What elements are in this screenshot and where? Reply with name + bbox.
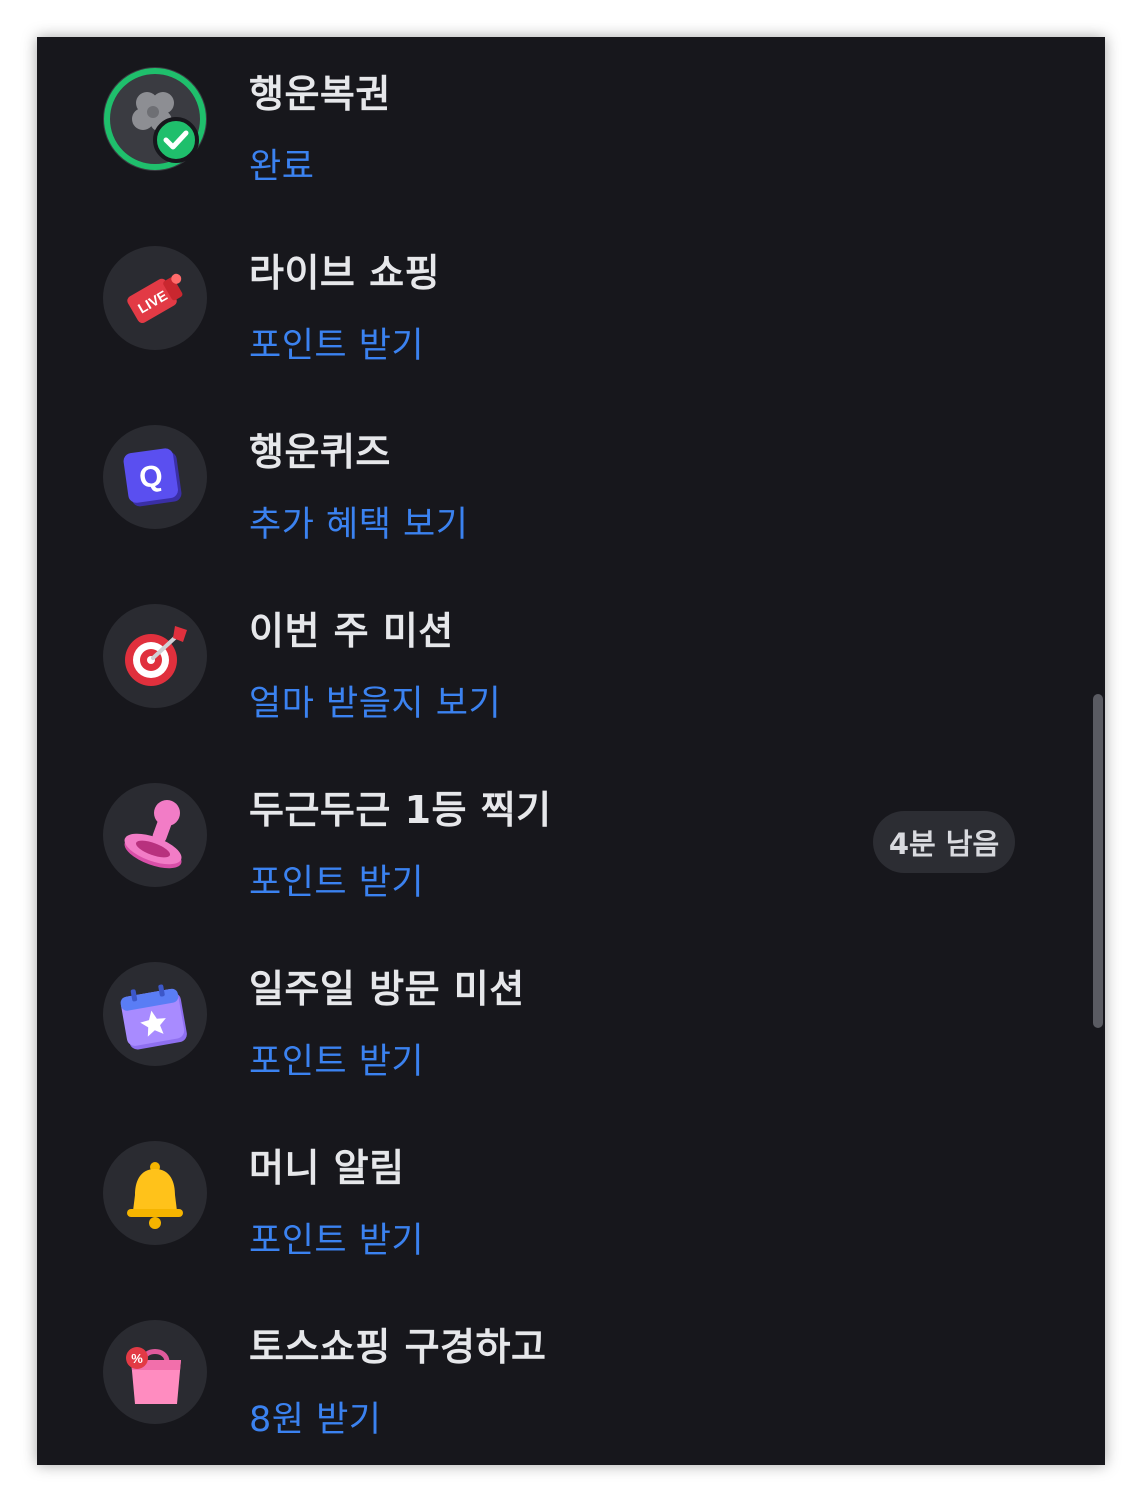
mission-item-toss-shopping[interactable]: % 토스쇼핑 구경하고 8원 받기 bbox=[37, 1290, 1105, 1440]
mission-action[interactable]: 완료 bbox=[249, 138, 314, 189]
shopping-bag-icon: % bbox=[103, 1320, 207, 1424]
mission-item-lucky-quiz[interactable]: Q 행운퀴즈 추가 혜택 보기 bbox=[37, 395, 1105, 545]
mission-action[interactable]: 포인트 받기 bbox=[249, 1033, 424, 1084]
mission-item-weekly-mission[interactable]: 이번 주 미션 얼마 받을지 보기 bbox=[37, 574, 1105, 724]
mission-action[interactable]: 추가 혜택 보기 bbox=[249, 496, 468, 547]
scrollbar[interactable] bbox=[1093, 694, 1103, 1028]
mission-item-first-place[interactable]: 두근두근 1등 찍기 포인트 받기 4분 남음 bbox=[37, 753, 1105, 903]
mission-title: 행운퀴즈 bbox=[249, 430, 391, 474]
mission-title: 머니 알림 bbox=[249, 1146, 405, 1190]
mission-title: 이번 주 미션 bbox=[249, 609, 454, 653]
quiz-q-icon: Q bbox=[103, 425, 207, 529]
mission-title: 일주일 방문 미션 bbox=[249, 967, 525, 1011]
mission-action[interactable]: 포인트 받기 bbox=[249, 317, 424, 368]
target-icon bbox=[103, 604, 207, 708]
quiz-q-text: Q bbox=[137, 459, 165, 495]
mission-title: 라이브 쇼핑 bbox=[249, 251, 441, 295]
mission-action[interactable]: 8원 받기 bbox=[249, 1391, 382, 1442]
mission-item-live-shopping[interactable]: LIVE 라이브 쇼핑 포인트 받기 bbox=[37, 216, 1105, 366]
mission-title: 토스쇼핑 구경하고 bbox=[249, 1325, 547, 1369]
mission-action[interactable]: 얼마 받을지 보기 bbox=[249, 675, 501, 726]
mission-item-weekly-visit[interactable]: 일주일 방문 미션 포인트 받기 bbox=[37, 932, 1105, 1082]
mission-action[interactable]: 포인트 받기 bbox=[249, 854, 424, 905]
mission-panel: 행운복권 완료 LIVE 라이브 쇼핑 포인트 받기 Q 행운퀴즈 추가 혜택 … bbox=[37, 37, 1105, 1465]
calendar-star-icon bbox=[103, 962, 207, 1066]
time-remaining-badge: 4분 남음 bbox=[873, 811, 1015, 873]
mission-title: 행운복권 bbox=[249, 72, 391, 116]
stamp-icon bbox=[103, 783, 207, 887]
clover-check-icon bbox=[103, 67, 207, 171]
mission-action[interactable]: 포인트 받기 bbox=[249, 1212, 424, 1263]
mission-item-money-alert[interactable]: 머니 알림 포인트 받기 bbox=[37, 1111, 1105, 1261]
discount-text: % bbox=[131, 1351, 143, 1366]
bell-icon bbox=[103, 1141, 207, 1245]
mission-title: 두근두근 1등 찍기 bbox=[249, 788, 552, 832]
mission-item-lottery[interactable]: 행운복권 완료 bbox=[37, 37, 1105, 187]
live-tag-icon: LIVE bbox=[103, 246, 207, 350]
